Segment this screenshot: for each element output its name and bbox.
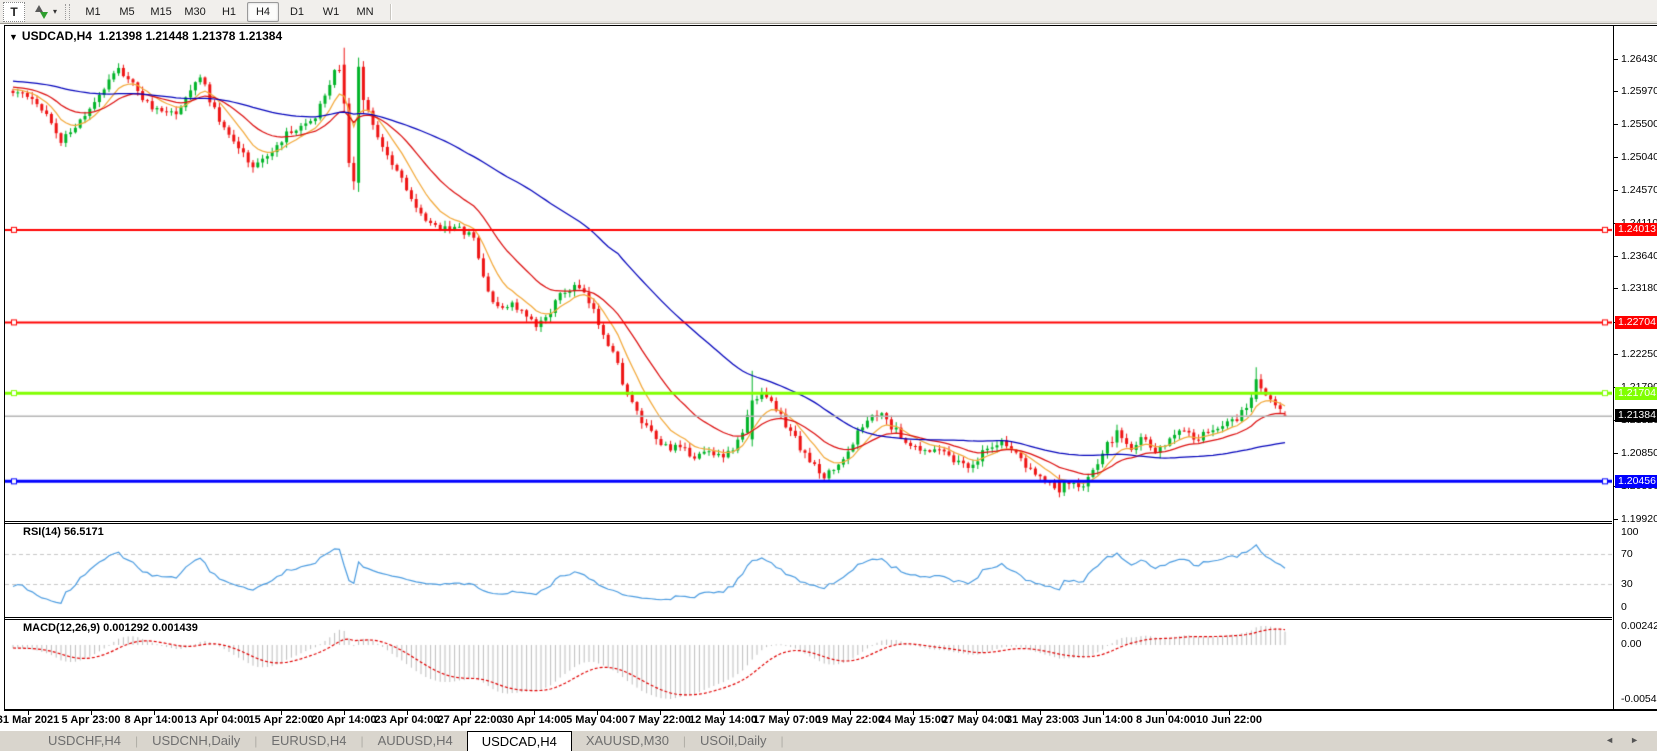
- rsi-scale-label: 30: [1621, 578, 1657, 590]
- time-axis-label: 10 Jun 22:00: [1196, 714, 1262, 726]
- macd-scale-label: 0.00: [1621, 638, 1657, 650]
- timeframe-button-m5[interactable]: M5: [111, 2, 143, 22]
- price-axis-tick: [1614, 91, 1618, 92]
- macd-current-values: 0.001292 0.001439: [103, 622, 198, 634]
- chart-window: ▼ USDCAD,H4 1.21398 1.21448 1.21378 1.213…: [4, 25, 1657, 712]
- time-axis-label: 8 Apr 14:00: [125, 714, 184, 726]
- price-axis-tick-label: 1.25970: [1621, 85, 1657, 97]
- chart-tab-usdcad-h4[interactable]: USDCAD,H4: [467, 731, 572, 751]
- time-axis[interactable]: 31 Mar 20215 Apr 23:00 8 Apr 14:0013 Apr …: [0, 711, 1657, 730]
- price-axis-tick: [1614, 157, 1618, 158]
- macd-label: MACD(12,26,9) 0.001292 0.001439: [23, 622, 198, 634]
- time-axis-label: 27 Apr 22:00: [437, 714, 502, 726]
- timeframe-button-h4[interactable]: H4: [247, 2, 279, 22]
- time-axis-label: 19 May 22:00: [816, 714, 884, 726]
- time-axis-label: 20 Apr 14:00: [311, 714, 376, 726]
- price-axis-tick: [1614, 288, 1618, 289]
- rsi-current-value: 56.5171: [64, 526, 104, 538]
- rsi-indicator-canvas[interactable]: [5, 524, 1612, 617]
- price-axis-tick: [1614, 256, 1618, 257]
- price-tag: 1.22704: [1615, 316, 1657, 329]
- time-axis-label: 3 Jun 14:00: [1073, 714, 1133, 726]
- price-axis-tick-label: 1.22250: [1621, 348, 1657, 360]
- price-axis-tick: [1614, 453, 1618, 454]
- price-axis-tick: [1614, 59, 1618, 60]
- text-tool-icon[interactable]: T: [3, 2, 25, 22]
- chart-tab-bar: USDCHF,H4|USDCNH,Daily|EURUSD,H4|AUDUSD,…: [0, 730, 1657, 751]
- price-tag: 1.21384: [1615, 409, 1657, 422]
- tab-scroll-arrows: ◄ ►: [1605, 735, 1639, 745]
- timeframe-button-h1[interactable]: H1: [213, 2, 245, 22]
- timeframe-button-mn[interactable]: MN: [349, 2, 381, 22]
- price-tag: 1.24013: [1615, 223, 1657, 236]
- chart-tab-xauusd-m30[interactable]: XAUUSD,M30: [572, 731, 683, 751]
- time-axis-label: 31 Mar 2021: [0, 714, 59, 726]
- price-axis-tick-label: 1.26430: [1621, 53, 1657, 65]
- rsi-scale-label: 70: [1621, 548, 1657, 560]
- macd-scale-label: -0.0054: [1621, 693, 1657, 705]
- price-axis-tick: [1614, 124, 1618, 125]
- time-axis-label: 24 May 15:00: [879, 714, 947, 726]
- time-axis-label: 27 May 04:00: [942, 714, 1010, 726]
- macd-name: MACD(12,26,9): [23, 622, 100, 634]
- price-axis-tick: [1614, 519, 1618, 520]
- top-toolbar: T ▾ M1M5M15M30H1H4D1W1MN: [0, 0, 1657, 24]
- time-axis-label: 31 May 23:00: [1006, 714, 1074, 726]
- chart-symbol-period: USDCAD,H4: [22, 29, 92, 43]
- tabs-scroll-left-icon[interactable]: ◄: [1605, 735, 1614, 745]
- arrow-objects-dropdown-icon[interactable]: ▾: [53, 7, 57, 16]
- panel-separator-macd[interactable]: [5, 617, 1612, 620]
- time-axis-label: 17 May 07:00: [753, 714, 821, 726]
- timeframe-button-w1[interactable]: W1: [315, 2, 347, 22]
- timeframe-button-m15[interactable]: M15: [145, 2, 177, 22]
- chart-ohlc-values: 1.21398 1.21448 1.21378 1.21384: [99, 29, 283, 43]
- price-axis-tick-label: 1.25500: [1621, 118, 1657, 130]
- price-tag: 1.20456: [1615, 475, 1657, 488]
- toolbar-separator: [390, 4, 392, 20]
- time-axis-label: 5 Apr 23:00: [62, 714, 121, 726]
- chart-tab-eurusd-h4[interactable]: EURUSD,H4: [257, 731, 360, 751]
- chart-tab-audusd-h4[interactable]: AUDUSD,H4: [364, 731, 467, 751]
- price-axis-tick-label: 1.24570: [1621, 184, 1657, 196]
- price-chart-canvas[interactable]: [5, 27, 1612, 521]
- price-axis-tick: [1614, 190, 1618, 191]
- price-axis-tick-label: 1.19920: [1621, 513, 1657, 525]
- price-axis-tick-label: 1.23180: [1621, 282, 1657, 294]
- macd-scale-label: 0.002429: [1621, 620, 1657, 632]
- time-axis-label: 5 May 04:00: [566, 714, 628, 726]
- rsi-scale-label: 0: [1621, 601, 1657, 613]
- chart-title[interactable]: ▼ USDCAD,H4 1.21398 1.21448 1.21378 1.213…: [9, 29, 282, 43]
- timeframe-button-m1[interactable]: M1: [77, 2, 109, 22]
- macd-indicator-canvas[interactable]: [5, 620, 1612, 709]
- price-axis-tick-label: 1.23640: [1621, 250, 1657, 262]
- timeframe-button-d1[interactable]: D1: [281, 2, 313, 22]
- price-axis-tick: [1614, 354, 1618, 355]
- time-axis-label: 23 Apr 04:00: [374, 714, 439, 726]
- price-tag: 1.21704: [1615, 387, 1657, 400]
- mt4-terminal: { "toolbar": { "text_tool_glyph": "T", "…: [0, 0, 1657, 751]
- rsi-scale-label: 100: [1621, 526, 1657, 538]
- chart-tab-usdchf-h4[interactable]: USDCHF,H4: [34, 731, 135, 751]
- chart-dropdown-icon[interactable]: ▼: [9, 32, 18, 42]
- timeframe-buttons: M1M5M15M30H1H4D1W1MN: [76, 2, 382, 22]
- panel-separator-rsi[interactable]: [5, 521, 1612, 524]
- rsi-label: RSI(14) 56.5171: [23, 526, 104, 538]
- price-axis-tick-label: 1.25040: [1621, 151, 1657, 163]
- price-axis[interactable]: 1.264301.259701.255001.250401.245701.241…: [1613, 26, 1657, 709]
- timeframe-button-m30[interactable]: M30: [179, 2, 211, 22]
- tab-separator: |: [781, 731, 784, 751]
- chart-tab-usdcnh-daily[interactable]: USDCNH,Daily: [138, 731, 254, 751]
- time-axis-label: 8 Jun 04:00: [1136, 714, 1196, 726]
- chart-tab-usoil-daily[interactable]: USOil,Daily: [686, 731, 780, 751]
- time-axis-label: 30 Apr 14:00: [501, 714, 566, 726]
- rsi-name: RSI(14): [23, 526, 61, 538]
- time-axis-label: 7 May 22:00: [629, 714, 691, 726]
- time-axis-label: 13 Apr 04:00: [184, 714, 249, 726]
- time-axis-label: 15 Apr 22:00: [248, 714, 313, 726]
- time-axis-label: 12 May 14:00: [689, 714, 757, 726]
- tabs-scroll-right-icon[interactable]: ►: [1630, 735, 1639, 745]
- arrow-objects-icon[interactable]: [33, 4, 49, 20]
- price-axis-tick-label: 1.20850: [1621, 447, 1657, 459]
- toolbar-grip: [65, 4, 70, 20]
